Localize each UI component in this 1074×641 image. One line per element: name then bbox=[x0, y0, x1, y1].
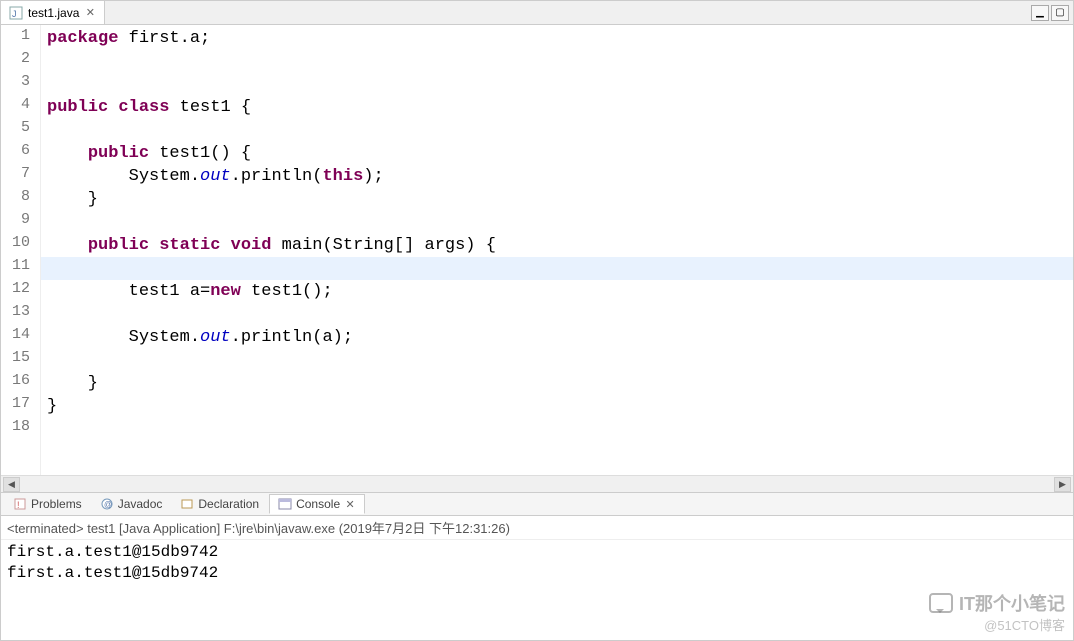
line-number: 15 bbox=[1, 349, 40, 372]
line-number: 16 bbox=[1, 372, 40, 395]
code-line bbox=[41, 211, 1073, 234]
line-gutter: 1 2 3 4 5 6 7 8 9 10 11 12 13 14 15 16 1… bbox=[1, 25, 41, 475]
watermark: IT那个小笔记 bbox=[929, 590, 1065, 616]
problems-icon: ! bbox=[13, 497, 27, 511]
code-line bbox=[41, 119, 1073, 142]
line-number: 2 bbox=[1, 50, 40, 73]
code-line: public test1() { bbox=[41, 142, 1073, 165]
horizontal-scrollbar[interactable]: ◀ ▶ bbox=[1, 475, 1073, 492]
code-line bbox=[41, 73, 1073, 96]
console-process-label: test1 [Java Application] F:\jre\bin\java… bbox=[87, 521, 510, 536]
tab-console[interactable]: Console ✕ bbox=[269, 494, 365, 514]
code-line bbox=[41, 257, 1073, 280]
editor-tab-test1[interactable]: J test1.java ✕ bbox=[1, 1, 105, 24]
console-line: first.a.test1@15db9742 bbox=[7, 563, 1067, 584]
code-line: System.out.println(a); bbox=[41, 326, 1073, 349]
console-status: <terminated> bbox=[7, 521, 87, 536]
console-output[interactable]: first.a.test1@15db9742first.a.test1@15db… bbox=[1, 540, 1073, 586]
chat-bubble-icon bbox=[929, 593, 953, 613]
editor-tab-label: test1.java bbox=[28, 6, 79, 20]
console-icon bbox=[278, 497, 292, 511]
line-number: 5 bbox=[1, 119, 40, 142]
code-line bbox=[41, 50, 1073, 73]
code-line: test1 a=new test1(); bbox=[41, 280, 1073, 303]
code-content[interactable]: package first.a; public class test1 { pu… bbox=[41, 25, 1073, 475]
scroll-right-icon[interactable]: ▶ bbox=[1054, 477, 1071, 492]
svg-text:@: @ bbox=[104, 500, 112, 509]
line-number: 9 bbox=[1, 211, 40, 234]
line-number: 3 bbox=[1, 73, 40, 96]
scroll-track[interactable] bbox=[20, 477, 1054, 492]
line-number: 10 bbox=[1, 234, 40, 257]
code-line: package first.a; bbox=[41, 27, 1073, 50]
line-number: 6 bbox=[1, 142, 40, 165]
line-number: 12 bbox=[1, 280, 40, 303]
code-line: public class test1 { bbox=[41, 96, 1073, 119]
declaration-icon bbox=[180, 497, 194, 511]
code-line bbox=[41, 303, 1073, 326]
bottom-panel-tabs: ! Problems @ Javadoc Declaration Console… bbox=[1, 492, 1073, 516]
code-line: public static void main(String[] args) { bbox=[41, 234, 1073, 257]
code-line: } bbox=[41, 395, 1073, 418]
code-line: } bbox=[41, 372, 1073, 395]
tab-problems[interactable]: ! Problems bbox=[5, 495, 90, 513]
window-controls: ▁ ▢ bbox=[1031, 5, 1073, 21]
line-number: 4 bbox=[1, 96, 40, 119]
line-number: 11 bbox=[1, 257, 40, 280]
code-line: System.out.println(this); bbox=[41, 165, 1073, 188]
tab-label: Problems bbox=[31, 497, 82, 511]
line-number: 8 bbox=[1, 188, 40, 211]
close-icon[interactable]: ✕ bbox=[84, 7, 96, 19]
scroll-left-icon[interactable]: ◀ bbox=[3, 477, 20, 492]
svg-text:J: J bbox=[12, 9, 17, 19]
line-number: 17 bbox=[1, 395, 40, 418]
close-icon[interactable]: ✕ bbox=[344, 498, 356, 510]
line-number: 7 bbox=[1, 165, 40, 188]
line-number: 1 bbox=[1, 27, 40, 50]
console-line: first.a.test1@15db9742 bbox=[7, 542, 1067, 563]
svg-text:!: ! bbox=[17, 500, 20, 510]
code-line bbox=[41, 349, 1073, 372]
editor-tab-bar: J test1.java ✕ ▁ ▢ bbox=[1, 1, 1073, 25]
maximize-button[interactable]: ▢ bbox=[1051, 5, 1069, 21]
tab-declaration[interactable]: Declaration bbox=[172, 495, 267, 513]
tab-label: Console bbox=[296, 497, 340, 511]
tab-label: Javadoc bbox=[118, 497, 163, 511]
java-file-icon: J bbox=[9, 6, 23, 20]
code-line: } bbox=[41, 188, 1073, 211]
line-number: 14 bbox=[1, 326, 40, 349]
javadoc-icon: @ bbox=[100, 497, 114, 511]
code-line bbox=[41, 418, 1073, 441]
line-number: 18 bbox=[1, 418, 40, 441]
console-process-info: <terminated> test1 [Java Application] F:… bbox=[1, 516, 1073, 540]
watermark-sub: @51CTO博客 bbox=[984, 615, 1065, 634]
line-number: 13 bbox=[1, 303, 40, 326]
code-editor[interactable]: 1 2 3 4 5 6 7 8 9 10 11 12 13 14 15 16 1… bbox=[1, 25, 1073, 475]
minimize-button[interactable]: ▁ bbox=[1031, 5, 1049, 21]
tab-javadoc[interactable]: @ Javadoc bbox=[92, 495, 171, 513]
tab-label: Declaration bbox=[198, 497, 259, 511]
watermark-text: IT那个小笔记 bbox=[959, 590, 1065, 616]
